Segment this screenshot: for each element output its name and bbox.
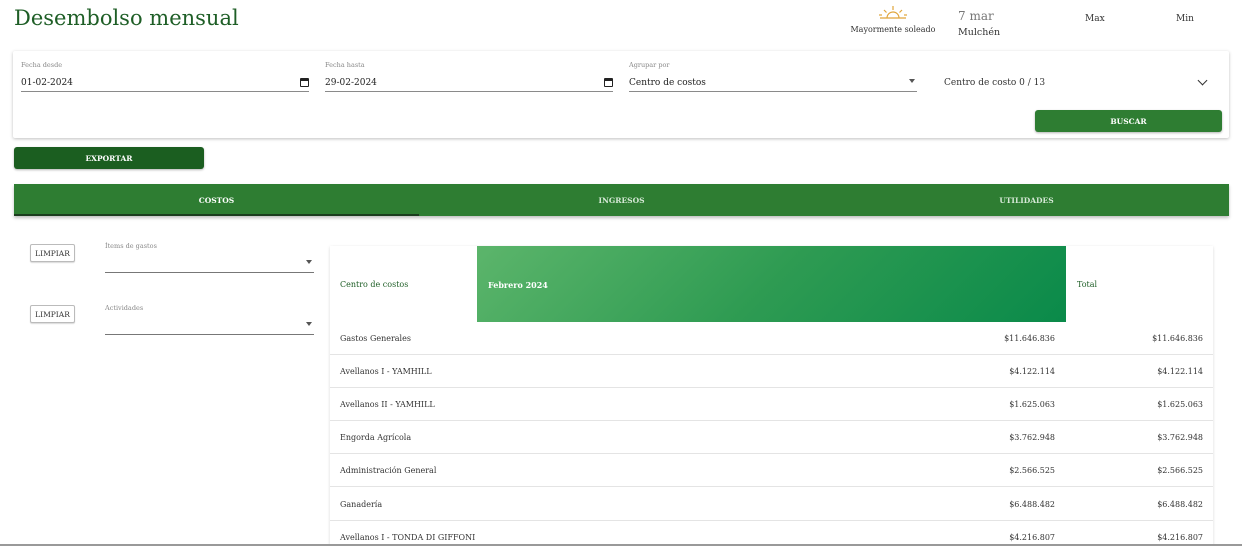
filter-card: Fecha desde 01-02-2024 Fecha hasta 29-02… bbox=[13, 51, 1229, 138]
table-row[interactable]: Avellanos I - TONDA DI GIFFONI $4.216.80… bbox=[330, 521, 1213, 546]
header-month[interactable]: Febrero 2024 bbox=[477, 246, 1066, 322]
dropdown-arrow-icon bbox=[306, 260, 312, 264]
row-month-value: $11.646.836 bbox=[1004, 334, 1055, 343]
row-cost-center: Avellanos II - YAMHILL bbox=[340, 400, 435, 409]
weather-widget: Mayormente soleado bbox=[848, 4, 938, 34]
header-month-label: Febrero 2024 bbox=[488, 280, 548, 290]
sun-horizon-icon bbox=[879, 6, 907, 19]
group-by-label: Agrupar por bbox=[629, 61, 670, 69]
date-from-field[interactable]: Fecha desde 01-02-2024 bbox=[21, 61, 309, 92]
tab-costos[interactable]: COSTOS bbox=[14, 184, 419, 216]
row-cost-center: Engorda Agrícola bbox=[340, 433, 412, 442]
row-total: $2.566.525 bbox=[1157, 466, 1203, 475]
row-cost-center: Gastos Generales bbox=[340, 334, 411, 343]
dropdown-arrow-icon bbox=[909, 79, 915, 83]
max-temp-label: Max bbox=[1085, 14, 1105, 24]
row-cost-center: Avellanos I - TONDA DI GIFFONI bbox=[340, 533, 476, 542]
date-from-label: Fecha desde bbox=[21, 61, 63, 69]
row-total: $1.625.063 bbox=[1157, 400, 1203, 409]
costs-table: Centro de costos Febrero 2024 Total Gast… bbox=[330, 246, 1213, 546]
header-total[interactable]: Total bbox=[1077, 280, 1097, 289]
table-row[interactable]: Gastos Generales $11.646.836 $11.646.836 bbox=[330, 322, 1213, 355]
header-cost-center[interactable]: Centro de costos bbox=[340, 280, 408, 289]
group-by-select[interactable]: Agrupar por Centro de costos bbox=[629, 61, 917, 92]
table-row[interactable]: Administración General $2.566.525 $2.566… bbox=[330, 454, 1213, 487]
row-total: $6.488.482 bbox=[1157, 500, 1203, 509]
clear-activities-button[interactable]: LIMPIAR bbox=[30, 305, 75, 323]
row-month-value: $4.216.807 bbox=[1009, 533, 1055, 542]
row-cost-center: Ganadería bbox=[340, 500, 383, 509]
date-location: 7 mar Mulchén bbox=[958, 9, 1000, 38]
row-total: $3.762.948 bbox=[1157, 433, 1203, 442]
dropdown-arrow-icon bbox=[306, 322, 312, 326]
tab-utilidades[interactable]: UTILIDADES bbox=[824, 184, 1229, 216]
chevron-down-icon[interactable] bbox=[1197, 75, 1208, 86]
cost-center-select-label[interactable]: Centro de costo 0 / 13 bbox=[944, 78, 1045, 88]
page-title: Desembolso mensual bbox=[14, 6, 239, 30]
expense-items-label: Ítems de gastos bbox=[105, 242, 157, 250]
row-total: $4.216.807 bbox=[1157, 533, 1203, 542]
activities-select[interactable]: Actividades bbox=[105, 304, 314, 335]
row-total: $4.122.114 bbox=[1157, 367, 1203, 376]
tab-ingresos[interactable]: INGRESOS bbox=[419, 184, 824, 216]
activities-label: Actividades bbox=[105, 304, 144, 312]
weather-date: 7 mar bbox=[958, 9, 994, 23]
weather-city: Mulchén bbox=[958, 27, 1001, 38]
group-by-value: Centro de costos bbox=[629, 78, 706, 88]
search-button[interactable]: BUSCAR bbox=[1035, 110, 1222, 132]
row-month-value: $1.625.063 bbox=[1009, 400, 1055, 409]
date-to-label: Fecha hasta bbox=[325, 61, 365, 69]
row-month-value: $3.762.948 bbox=[1009, 433, 1055, 442]
min-temp-label: Min bbox=[1176, 14, 1194, 24]
table-row[interactable]: Ganadería $6.488.482 $6.488.482 bbox=[330, 488, 1213, 521]
table-row[interactable]: Avellanos II - YAMHILL $1.625.063 $1.625… bbox=[330, 388, 1213, 421]
calendar-icon[interactable] bbox=[604, 78, 613, 87]
row-total: $11.646.836 bbox=[1152, 334, 1203, 343]
table-row[interactable]: Engorda Agrícola $3.762.948 $3.762.948 bbox=[330, 421, 1213, 454]
export-button[interactable]: EXPORTAR bbox=[14, 147, 204, 169]
row-month-value: $2.566.525 bbox=[1009, 466, 1055, 475]
clear-expense-items-button[interactable]: LIMPIAR bbox=[30, 244, 75, 262]
table-header: Centro de costos Febrero 2024 Total bbox=[330, 246, 1213, 322]
date-from-value: 01-02-2024 bbox=[21, 78, 73, 88]
date-to-value: 29-02-2024 bbox=[325, 78, 377, 88]
row-cost-center: Administración General bbox=[340, 466, 437, 475]
table-row[interactable]: Avellanos I - YAMHILL $4.122.114 $4.122.… bbox=[330, 355, 1213, 388]
weather-description: Mayormente soleado bbox=[850, 25, 936, 34]
row-month-value: $6.488.482 bbox=[1009, 500, 1055, 509]
row-month-value: $4.122.114 bbox=[1009, 367, 1055, 376]
date-to-field[interactable]: Fecha hasta 29-02-2024 bbox=[325, 61, 613, 92]
expense-items-select[interactable]: Ítems de gastos bbox=[105, 242, 314, 273]
row-cost-center: Avellanos I - YAMHILL bbox=[340, 367, 432, 376]
calendar-icon[interactable] bbox=[300, 78, 309, 87]
tab-bar: COSTOS INGRESOS UTILIDADES bbox=[14, 184, 1229, 216]
